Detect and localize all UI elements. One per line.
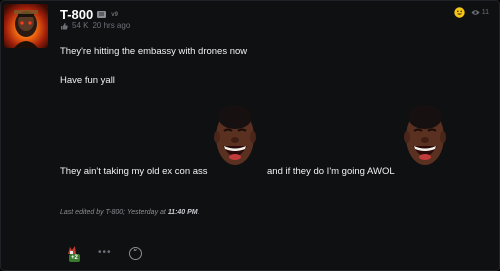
edited-time: 11:40 PM: [167, 209, 198, 216]
post-text-line-2: Have fun yall: [60, 75, 115, 86]
view-count: 11: [471, 9, 489, 16]
version-label: v9: [111, 11, 118, 18]
avatar[interactable]: [4, 4, 48, 48]
edited-prefix: Last edited by T-800; Yesterday at: [60, 209, 166, 216]
post-author[interactable]: T-800 v9: [60, 7, 118, 22]
forum-post: T-800 v9 54 K 20 hrs ago 11 They're hitt…: [0, 0, 500, 271]
avatar-image: [4, 4, 48, 48]
quote-icon[interactable]: “: [128, 246, 142, 260]
reaction-count: +2: [69, 254, 80, 262]
thumbs-up-icon: [61, 22, 68, 29]
reaction-button[interactable]: +2: [67, 246, 81, 262]
post-time: 20 hrs ago: [92, 21, 131, 30]
laughing-face-image: [404, 105, 446, 165]
more-icon[interactable]: •••: [98, 247, 112, 258]
post-actions-top: 11: [454, 7, 489, 18]
post-meta: 54 K 20 hrs ago: [60, 21, 130, 30]
edited-note: Last edited by T-800; Yesterday at 11:40…: [60, 209, 200, 216]
post-text-line-3: They ain't taking my old ex con ass: [60, 166, 208, 177]
laughing-face-image: [214, 105, 256, 165]
post-footer-actions: +2 ••• “: [67, 246, 142, 262]
edited-suffix: .: [197, 209, 200, 216]
post-text-line-1: They're hitting the embassy with drones …: [60, 46, 248, 57]
post-text-line-4: and if they do I'm going AWOL: [267, 166, 395, 177]
author-name[interactable]: T-800: [60, 7, 93, 22]
emoji-face-icon[interactable]: [454, 7, 465, 18]
badge-icon: [97, 11, 107, 18]
view-count-value: 11: [481, 9, 489, 16]
like-count: 54 K: [72, 21, 89, 30]
eye-icon: [471, 10, 480, 15]
